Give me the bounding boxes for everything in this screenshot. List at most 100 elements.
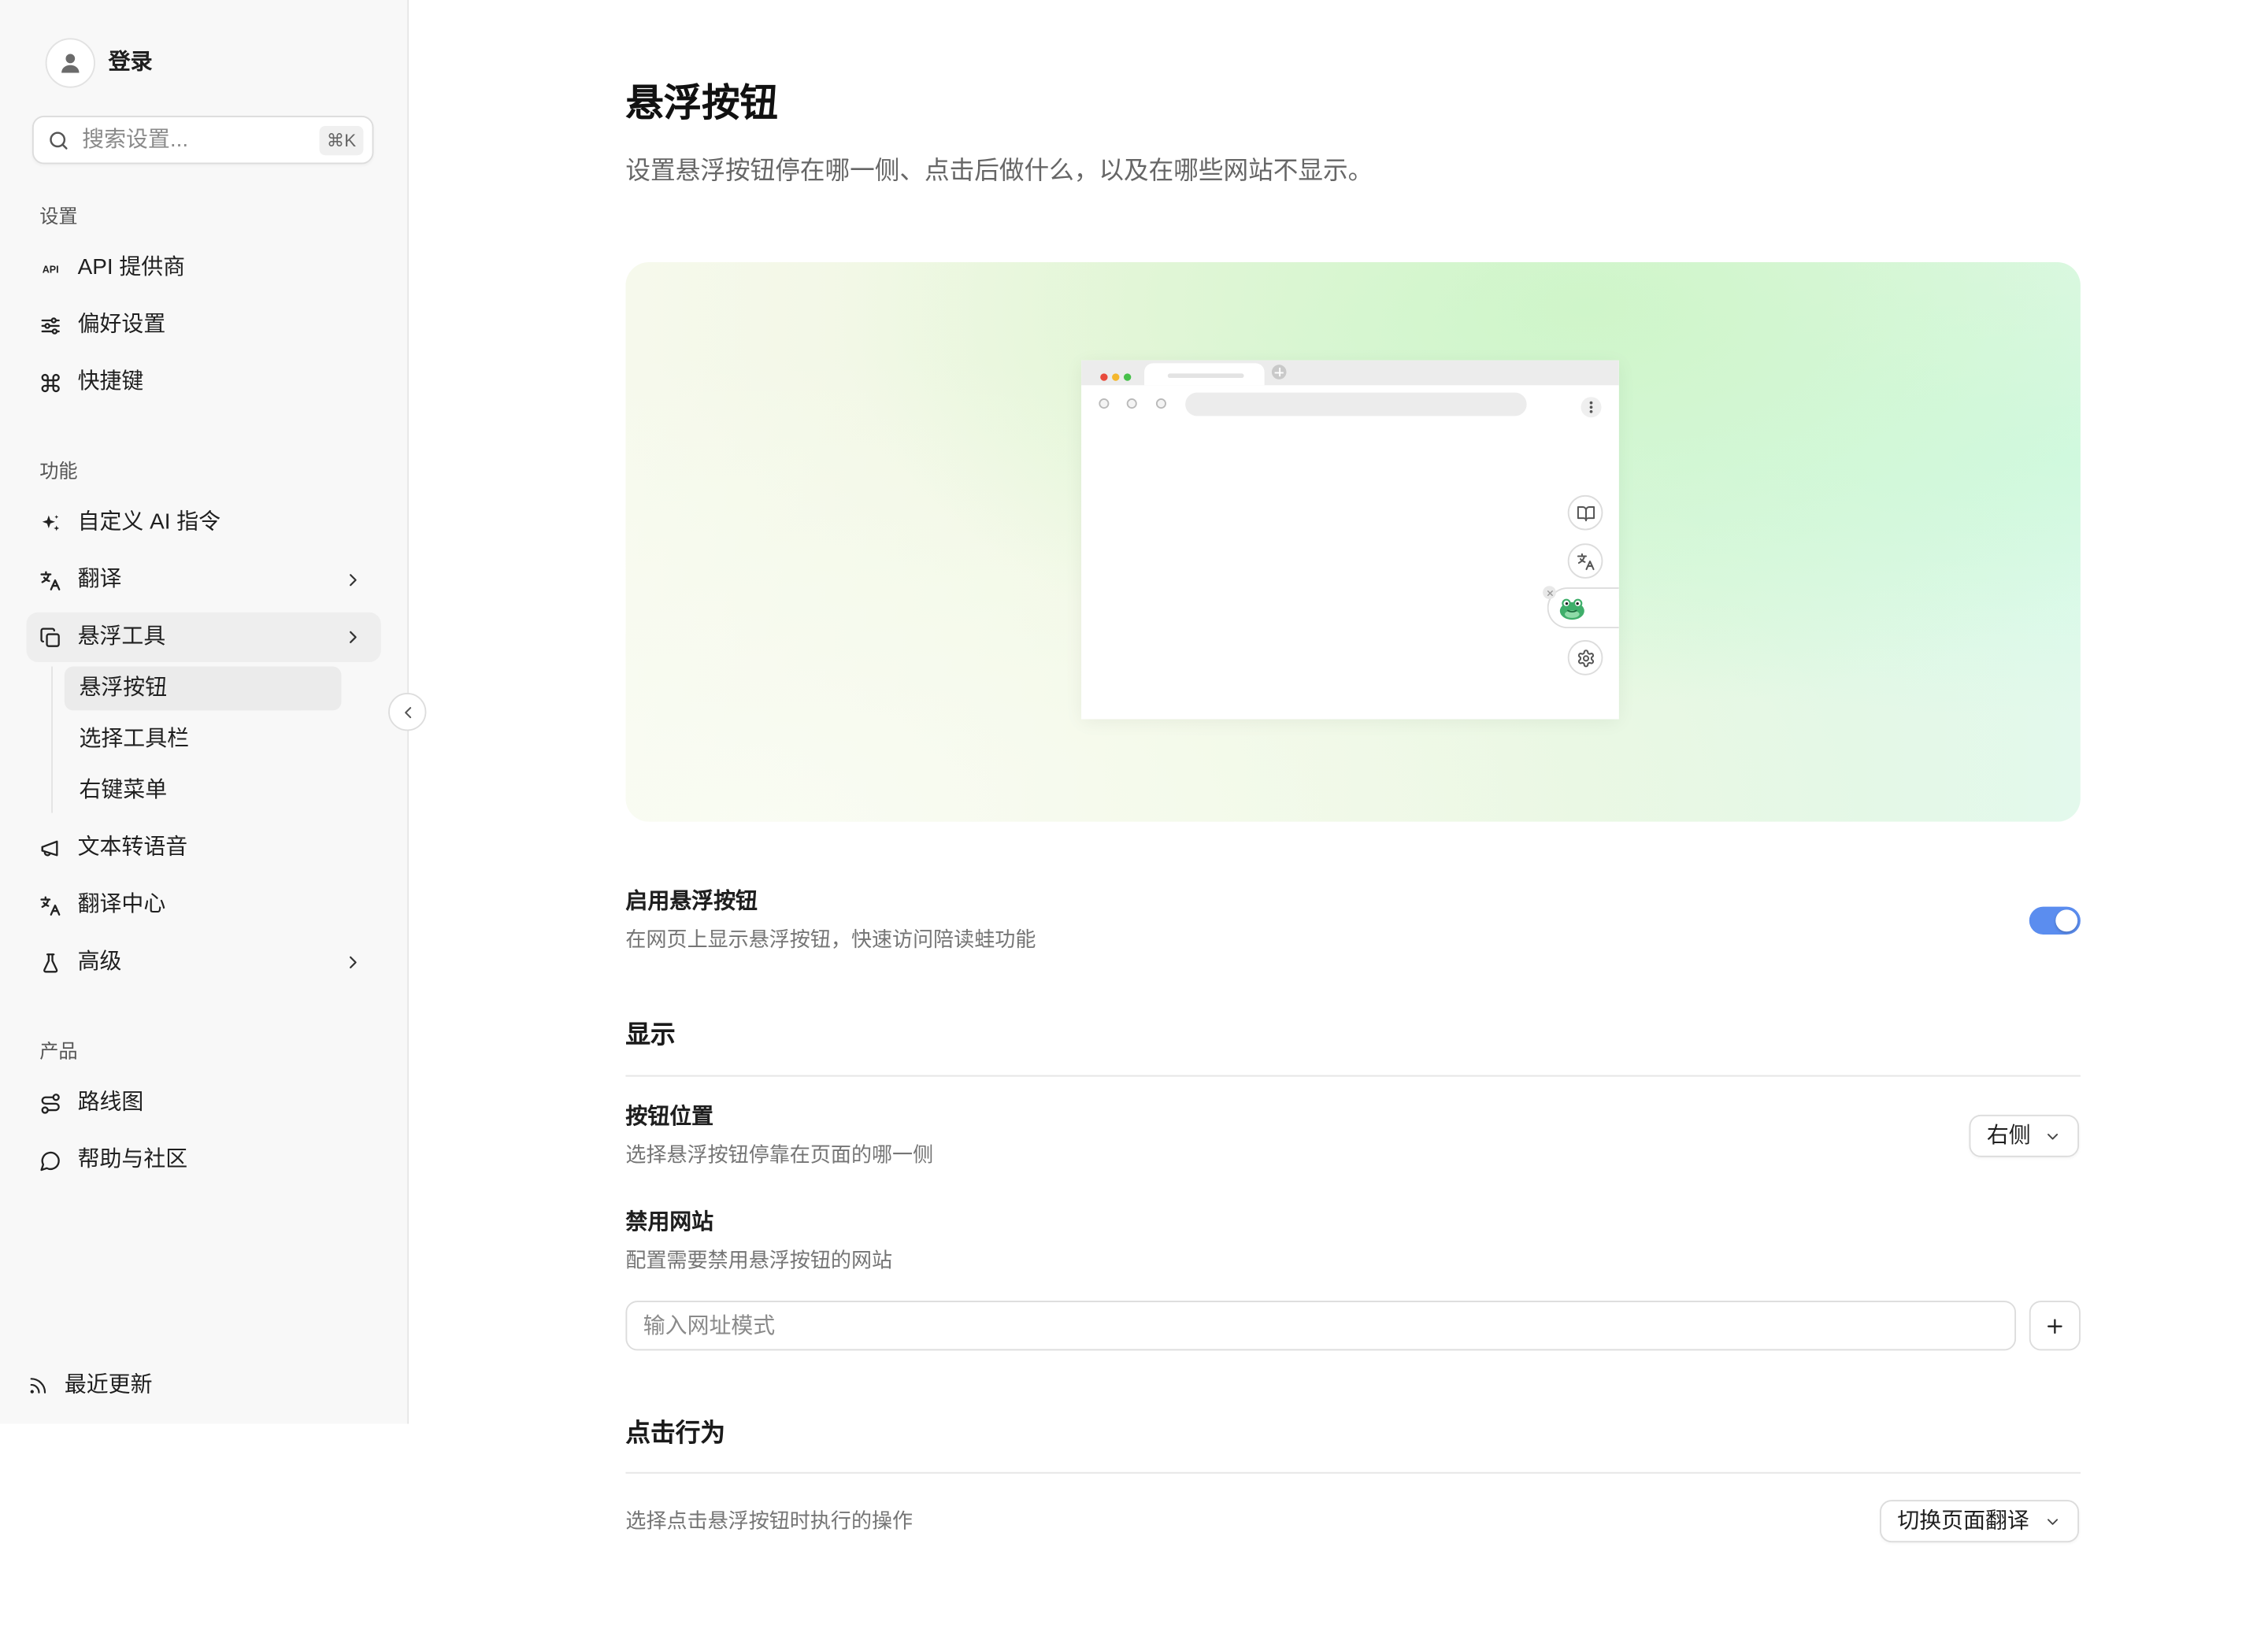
sidebar-item-translation-center[interactable]: 翻译中心: [26, 880, 380, 930]
section-divider: [625, 1471, 2081, 1474]
sidebar-item-label: 高级: [77, 949, 122, 975]
changelog-label: 最近更新: [64, 1372, 153, 1397]
chevron-right-icon: [343, 570, 363, 590]
disabled-sites-title: 禁用网站: [625, 1209, 714, 1235]
chevron-left-icon: [398, 702, 417, 721]
sidebar-item-roadmap[interactable]: 路线图: [26, 1078, 380, 1127]
message-circle-icon: [39, 1149, 61, 1172]
chevron-right-icon: [343, 952, 363, 972]
sidebar-item-label: 文本转语音: [77, 835, 188, 861]
command-icon: [39, 372, 61, 394]
sidebar-item-custom-ai-prompts[interactable]: 自定义 AI 指令: [26, 498, 380, 548]
megaphone-icon: [39, 838, 61, 860]
window-close-dot: [1100, 373, 1108, 381]
tab-title-placeholder: [1167, 373, 1244, 379]
button-position-select[interactable]: 右侧: [1969, 1114, 2080, 1157]
sidebar-item-changelog[interactable]: 最近更新: [26, 1364, 319, 1408]
app-window: 登录 ⌘K 设置 API API 提供商: [0, 0, 2268, 1625]
chevron-down-icon: [2044, 1128, 2061, 1146]
home-icon: [1126, 398, 1137, 409]
sidebar-subitem-label: 悬浮按钮: [79, 675, 168, 701]
section-label-settings: 设置: [39, 205, 78, 228]
click-behavior-value: 切换页面翻译: [1897, 1508, 2029, 1534]
new-tab-icon: [1271, 365, 1287, 379]
search-icon: [47, 129, 71, 153]
avatar[interactable]: [45, 38, 95, 88]
chevron-down-icon: [2044, 1513, 2061, 1531]
sidebar-collapse-button[interactable]: [388, 693, 427, 731]
back-icon: [1099, 398, 1110, 409]
sidebar-item-label: 快捷键: [77, 368, 144, 394]
main-content: 悬浮按钮 设置悬浮按钮停在哪一侧、点击后做什么，以及在哪些网站不显示。 启用悬浮…: [625, 0, 2081, 1624]
route-icon: [39, 1093, 61, 1115]
click-behavior-description: 选择点击悬浮按钮时执行的操作: [625, 1508, 914, 1533]
preview-translate-button: [1567, 543, 1603, 579]
sidebar-item-label: 路线图: [77, 1090, 144, 1115]
section-label-product: 产品: [39, 1039, 78, 1062]
sidebar-item-help-community[interactable]: 帮助与社区: [26, 1135, 380, 1185]
floating-tools-icon: [39, 627, 61, 649]
sliders-icon: [39, 315, 61, 337]
address-bar: [1185, 392, 1527, 416]
sidebar-subitem-label: 右键菜单: [79, 777, 168, 803]
page-subtitle: 设置悬浮按钮停在哪一侧、点击后做什么，以及在哪些网站不显示。: [625, 157, 1373, 185]
search-input[interactable]: [82, 117, 302, 163]
user-icon: [61, 54, 80, 73]
preview-settings-button: [1567, 640, 1603, 676]
sidebar-item-translation[interactable]: 翻译: [26, 555, 380, 605]
sidebar-subitem-floating-button[interactable]: 悬浮按钮: [64, 666, 342, 711]
sidebar: 登录 ⌘K 设置 API API 提供商: [0, 0, 410, 1424]
settings-search[interactable]: ⌘K: [32, 115, 374, 165]
chevron-right-icon: [343, 627, 363, 647]
sidebar-item-shortcuts[interactable]: 快捷键: [26, 357, 380, 407]
sidebar-item-text-to-speech[interactable]: 文本转语音: [26, 824, 380, 873]
sidebar-item-label: 自定义 AI 指令: [77, 509, 221, 535]
frog-logo-icon: [1558, 594, 1587, 623]
rss-icon: [28, 1375, 48, 1396]
toggle-knob: [2055, 909, 2078, 932]
url-pattern-input[interactable]: [625, 1301, 2017, 1351]
settings-icon: [1576, 648, 1595, 667]
submenu-guide-line: [51, 666, 53, 813]
page-title: 悬浮按钮: [625, 80, 778, 125]
section-divider: [625, 1075, 2081, 1077]
preview-reading-button: [1567, 494, 1603, 531]
sidebar-item-label: 翻译: [77, 567, 122, 592]
book-open-icon: [1576, 503, 1595, 522]
window-minimize-dot: [1112, 373, 1120, 381]
sidebar-subitem-context-menu[interactable]: 右键菜单: [65, 769, 342, 813]
sparkles-icon: [39, 513, 61, 535]
sidebar-item-floating-tools[interactable]: 悬浮工具: [26, 612, 381, 662]
button-position-description: 选择悬浮按钮停靠在页面的哪一侧: [625, 1142, 934, 1166]
login-link[interactable]: 登录: [109, 48, 153, 77]
sidebar-item-preferences[interactable]: 偏好设置: [26, 300, 380, 350]
enable-floating-button-description: 在网页上显示悬浮按钮，快速访问陪读蛙功能: [625, 927, 1036, 951]
enable-floating-button-toggle[interactable]: [2029, 906, 2081, 935]
browser-tab: [1144, 363, 1265, 386]
plus-icon: [2044, 1315, 2066, 1337]
browser-mockup: [1081, 360, 1619, 720]
sidebar-item-label: API 提供商: [77, 254, 186, 280]
sidebar-item-advanced[interactable]: 高级: [26, 938, 380, 987]
add-url-pattern-button[interactable]: [2029, 1301, 2081, 1351]
window-maximize-dot: [1124, 373, 1132, 381]
sidebar-item-label: 帮助与社区: [77, 1146, 188, 1172]
sidebar-item-api-providers[interactable]: API API 提供商: [26, 243, 380, 293]
translate-icon: [39, 570, 61, 592]
search-shortcut-badge: ⌘K: [319, 126, 364, 156]
button-position-value: 右侧: [1986, 1123, 2031, 1149]
preview-close-icon: [1543, 586, 1556, 599]
sidebar-subitem-selection-toolbar[interactable]: 选择工具栏: [65, 718, 342, 762]
flask-icon: [39, 952, 61, 974]
button-position-title: 按钮位置: [625, 1104, 714, 1130]
browser-tab-bar: [1081, 360, 1619, 386]
section-heading-click-behavior: 点击行为: [625, 1419, 725, 1448]
floating-button-preview: [625, 262, 2081, 822]
section-label-features: 功能: [39, 460, 78, 483]
click-behavior-select[interactable]: 切换页面翻译: [1880, 1500, 2080, 1543]
sidebar-subitem-label: 选择工具栏: [79, 726, 190, 752]
translate-icon: [1576, 551, 1595, 570]
api-icon: API: [39, 257, 61, 279]
browser-menu-icon: [1581, 397, 1602, 418]
enable-floating-button-title: 启用悬浮按钮: [625, 889, 758, 914]
